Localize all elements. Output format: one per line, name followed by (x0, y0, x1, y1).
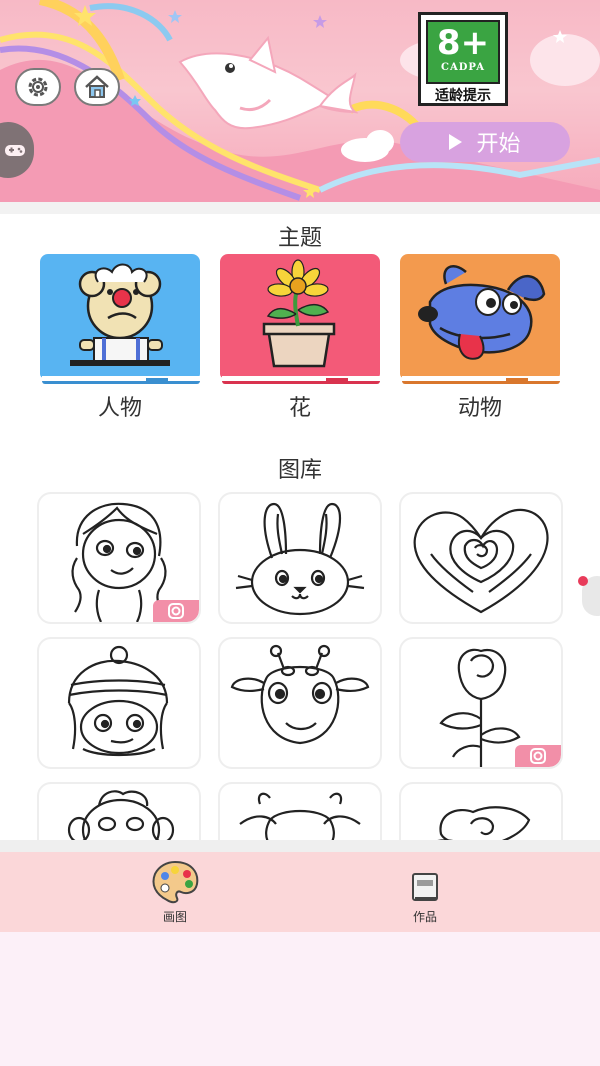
notification-dot (578, 576, 588, 586)
age-rating-top: 8+ CADPA (426, 20, 500, 84)
gallery-item-winter-girl[interactable] (37, 637, 201, 769)
age-rating-org: CADPA (441, 62, 485, 73)
theme-cover (220, 254, 380, 378)
potted-flower-illustration (262, 259, 336, 368)
start-button[interactable]: 开始 (400, 122, 570, 162)
nav-item-draw[interactable]: 画图 (125, 858, 225, 925)
dolphin-illustration (178, 35, 359, 130)
divider (0, 202, 600, 214)
bottom-nav-divider (0, 840, 600, 852)
gallery-item-cow[interactable] (218, 782, 382, 840)
book-pages (222, 376, 380, 384)
book-tag (326, 378, 348, 384)
gallery-item-roses[interactable] (399, 782, 563, 840)
gamepad-icon (5, 145, 25, 156)
gallery-item-rabbit[interactable] (218, 492, 382, 624)
cartoon-dog-illustration (418, 265, 546, 360)
age-rating-tip: 适龄提示 (435, 88, 491, 104)
nav-label-draw: 画图 (162, 910, 187, 924)
camera-icon (168, 603, 184, 619)
roses-lineart (437, 806, 531, 840)
themes-title: 主题 (277, 226, 322, 251)
theme-item-people[interactable] (40, 254, 200, 386)
nav-label-works: 作品 (412, 910, 437, 924)
monkey-lineart (67, 790, 175, 840)
home-button[interactable] (74, 68, 120, 106)
gallery-item-rose-heart[interactable] (399, 492, 563, 624)
theme-label-animals: 动物 (457, 396, 502, 421)
main-content[interactable]: 主题 人物 花 动物 图库 (0, 214, 600, 840)
rabbit-lineart (235, 502, 365, 616)
clown-bear-illustration (70, 263, 170, 366)
empty-area (0, 932, 600, 1066)
gallery-title: 图库 (277, 458, 322, 483)
gallery-item-monkey[interactable] (37, 782, 201, 840)
age-rating-number: 8+ (436, 23, 490, 63)
home-icon (85, 75, 109, 98)
book-pages (42, 376, 200, 384)
instagram-badge (515, 745, 561, 767)
book-tag (506, 378, 528, 384)
book-pages (402, 376, 560, 384)
theme-cover (40, 254, 200, 378)
giraffe-lineart (230, 644, 370, 745)
theme-label-people: 人物 (97, 396, 142, 421)
winter-girl-lineart (67, 645, 169, 757)
settings-button[interactable] (15, 68, 61, 106)
camera-icon (530, 748, 546, 764)
book-tag (146, 378, 168, 384)
start-button-label: 开始 (476, 132, 521, 157)
bottom-navigation: 画图 作品 (0, 852, 600, 932)
gallery-item-rose[interactable] (399, 637, 563, 769)
play-icon (449, 134, 463, 150)
theme-item-animals[interactable] (400, 254, 560, 386)
gear-icon (28, 77, 48, 97)
gallery-item-giraffe[interactable] (218, 637, 382, 769)
cow-lineart (239, 792, 361, 840)
header-banner: 8+ CADPA 适龄提示 开始 (0, 0, 600, 202)
nav-item-works[interactable]: 作品 (375, 858, 475, 925)
theme-label-flowers: 花 (288, 396, 311, 421)
gallery-item-girl[interactable] (37, 492, 201, 624)
theme-cover (400, 254, 560, 378)
book-icon (412, 873, 438, 901)
rose-heart-lineart (413, 508, 549, 614)
theme-item-flowers[interactable] (220, 254, 380, 386)
age-rating-badge: 8+ CADPA 适龄提示 (418, 12, 508, 106)
instagram-badge (153, 600, 199, 622)
palette-icon (152, 860, 199, 904)
